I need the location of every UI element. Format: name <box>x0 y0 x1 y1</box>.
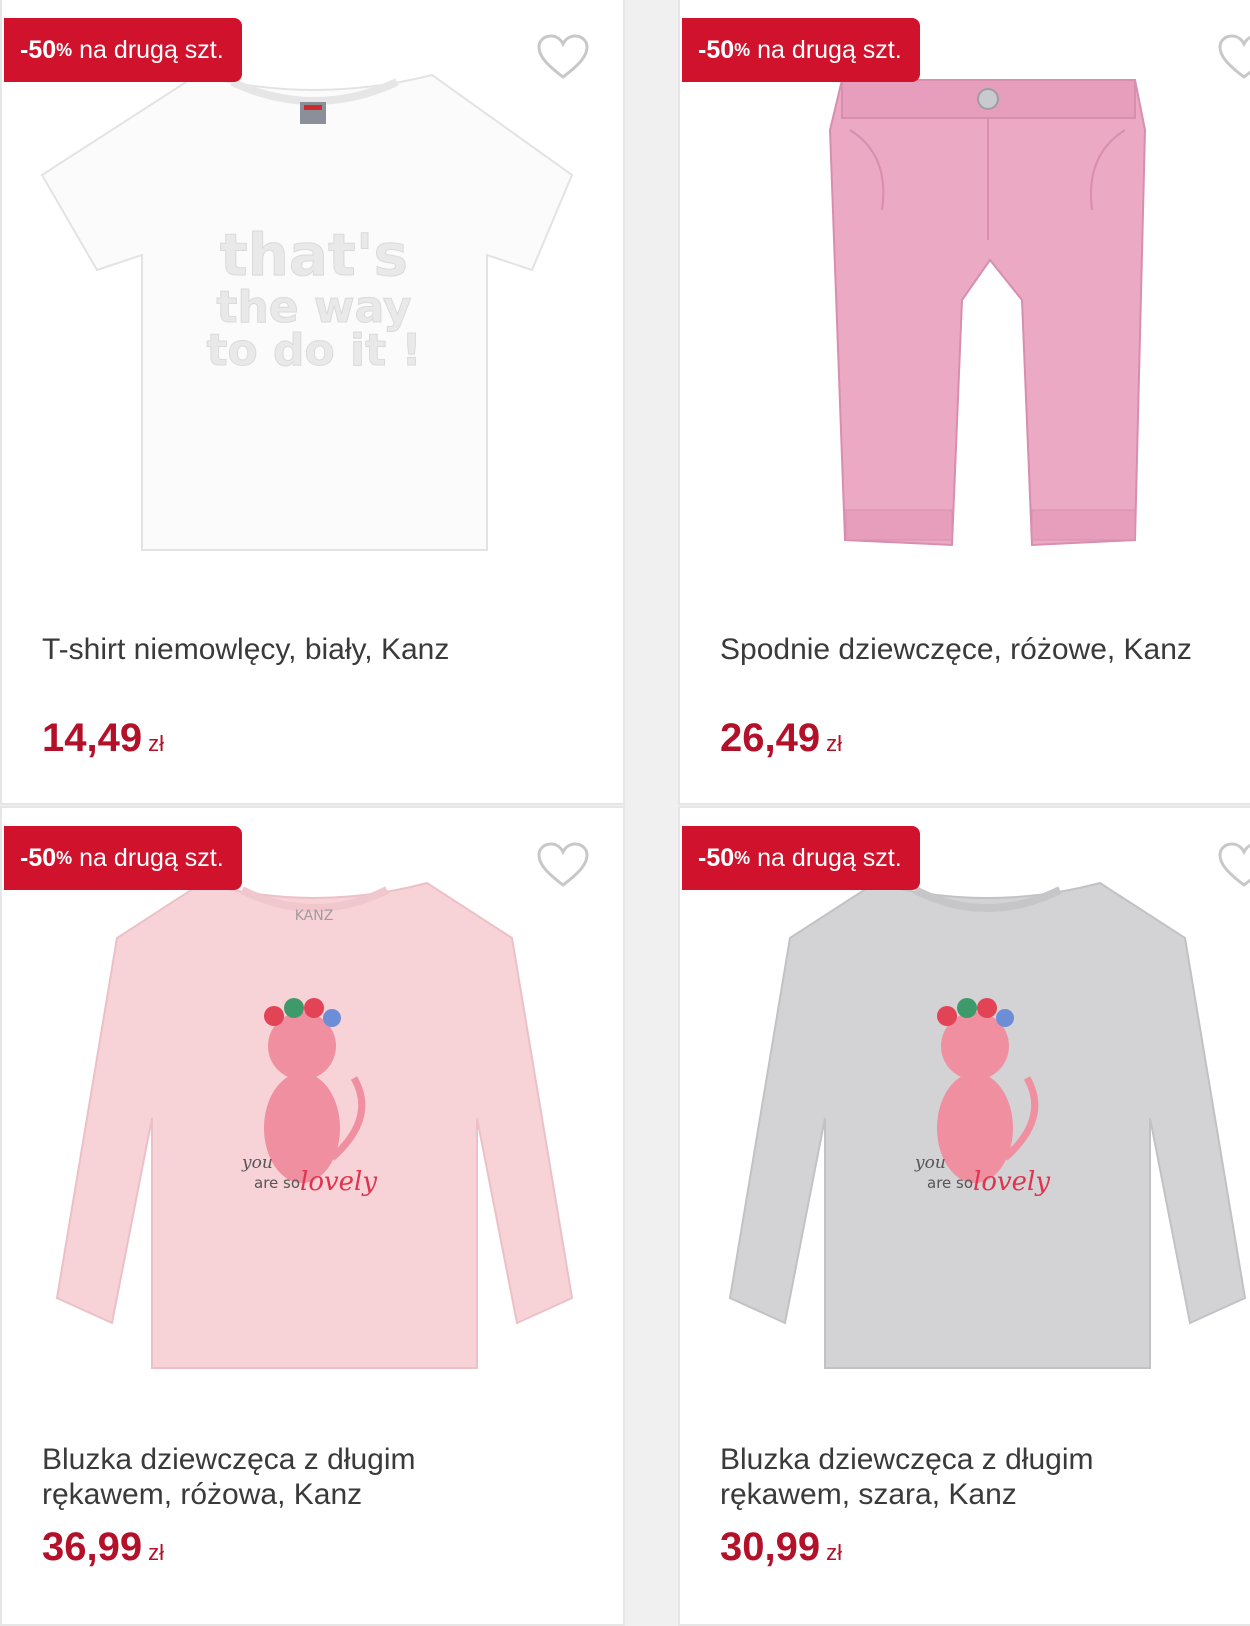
badge-text: na drugą szt. <box>757 35 902 64</box>
product-price: 36,99 zł <box>42 1525 164 1570</box>
print-you: you <box>914 1153 946 1173</box>
print-line-3: to do it ! <box>206 325 421 376</box>
badge-percent-sign: % <box>734 39 751 60</box>
product-price: 26,49 zł <box>720 716 842 761</box>
product-image[interactable]: that's the way to do it ! <box>32 60 597 580</box>
discount-badge: -50 % na drugą szt. <box>4 826 242 890</box>
discount-badge: -50 % na drugą szt. <box>682 18 920 82</box>
heart-outline-icon[interactable] <box>1218 842 1250 888</box>
badge-percent: -50 <box>20 843 57 872</box>
print-lovely: lovely <box>300 1167 377 1197</box>
label-text: KANZ <box>295 908 334 924</box>
product-image[interactable]: KANZ you are so lovely <box>32 868 597 1388</box>
discount-badge: -50 % na drugą szt. <box>682 826 920 890</box>
badge-percent: -50 <box>698 35 735 64</box>
product-price: 30,99 zł <box>720 1525 842 1570</box>
price-value: 14,49 <box>42 716 143 760</box>
product-title-line: Spodnie dziewczęce, różowe, Kanz <box>720 633 1192 666</box>
badge-percent-sign: % <box>56 39 73 60</box>
product-price: 14,49 zł <box>42 716 164 761</box>
print-line-1: that's <box>220 221 408 289</box>
product-title[interactable]: Bluzka dziewczęca z długim rękawem, szar… <box>720 1442 1250 1512</box>
print-you: you <box>241 1153 273 1173</box>
price-currency: zł <box>826 1540 842 1565</box>
badge-percent: -50 <box>20 35 57 64</box>
product-title[interactable]: Bluzka dziewczęca z długim rękawem, różo… <box>42 1442 602 1512</box>
price-currency: zł <box>148 1540 164 1565</box>
product-image[interactable]: you are so lovely <box>705 868 1250 1388</box>
product-title-line: Bluzka dziewczęca z długim <box>42 1443 416 1476</box>
print-are-so: are so <box>927 1174 973 1192</box>
badge-text: na drugą szt. <box>79 35 224 64</box>
product-title-line: T-shirt niemowlęcy, biały, Kanz <box>42 633 450 666</box>
product-title-line: rękawem, różowa, Kanz <box>42 1478 363 1511</box>
product-card[interactable]: you are so lovely -50 % na drugą szt. Bl… <box>678 806 1250 1626</box>
print-lovely: lovely <box>973 1167 1050 1197</box>
badge-percent: -50 <box>698 843 735 872</box>
print-are-so: are so <box>254 1174 300 1192</box>
price-currency: zł <box>826 731 842 756</box>
product-image[interactable] <box>790 60 1250 580</box>
price-value: 30,99 <box>720 1525 821 1569</box>
product-title-line: Bluzka dziewczęca z długim <box>720 1443 1094 1476</box>
price-value: 36,99 <box>42 1525 143 1569</box>
badge-text: na drugą szt. <box>757 843 902 872</box>
price-currency: zł <box>148 731 164 756</box>
product-card[interactable]: KANZ you are so lovely -50 % na drugą sz… <box>0 806 625 1626</box>
heart-outline-icon[interactable] <box>537 34 589 80</box>
product-title[interactable]: Spodnie dziewczęce, różowe, Kanz <box>720 632 1250 667</box>
product-title[interactable]: T-shirt niemowlęcy, biały, Kanz <box>42 632 602 667</box>
price-value: 26,49 <box>720 716 821 760</box>
heart-outline-icon[interactable] <box>1218 34 1250 80</box>
product-title-line: rękawem, szara, Kanz <box>720 1478 1017 1511</box>
badge-text: na drugą szt. <box>79 843 224 872</box>
product-card[interactable]: that's the way to do it ! -50 % na drugą… <box>0 0 625 805</box>
product-card[interactable]: -50 % na drugą szt. Spodnie dziewczęce, … <box>678 0 1250 805</box>
badge-percent-sign: % <box>56 847 73 868</box>
discount-badge: -50 % na drugą szt. <box>4 18 242 82</box>
heart-outline-icon[interactable] <box>537 842 589 888</box>
badge-percent-sign: % <box>734 847 751 868</box>
